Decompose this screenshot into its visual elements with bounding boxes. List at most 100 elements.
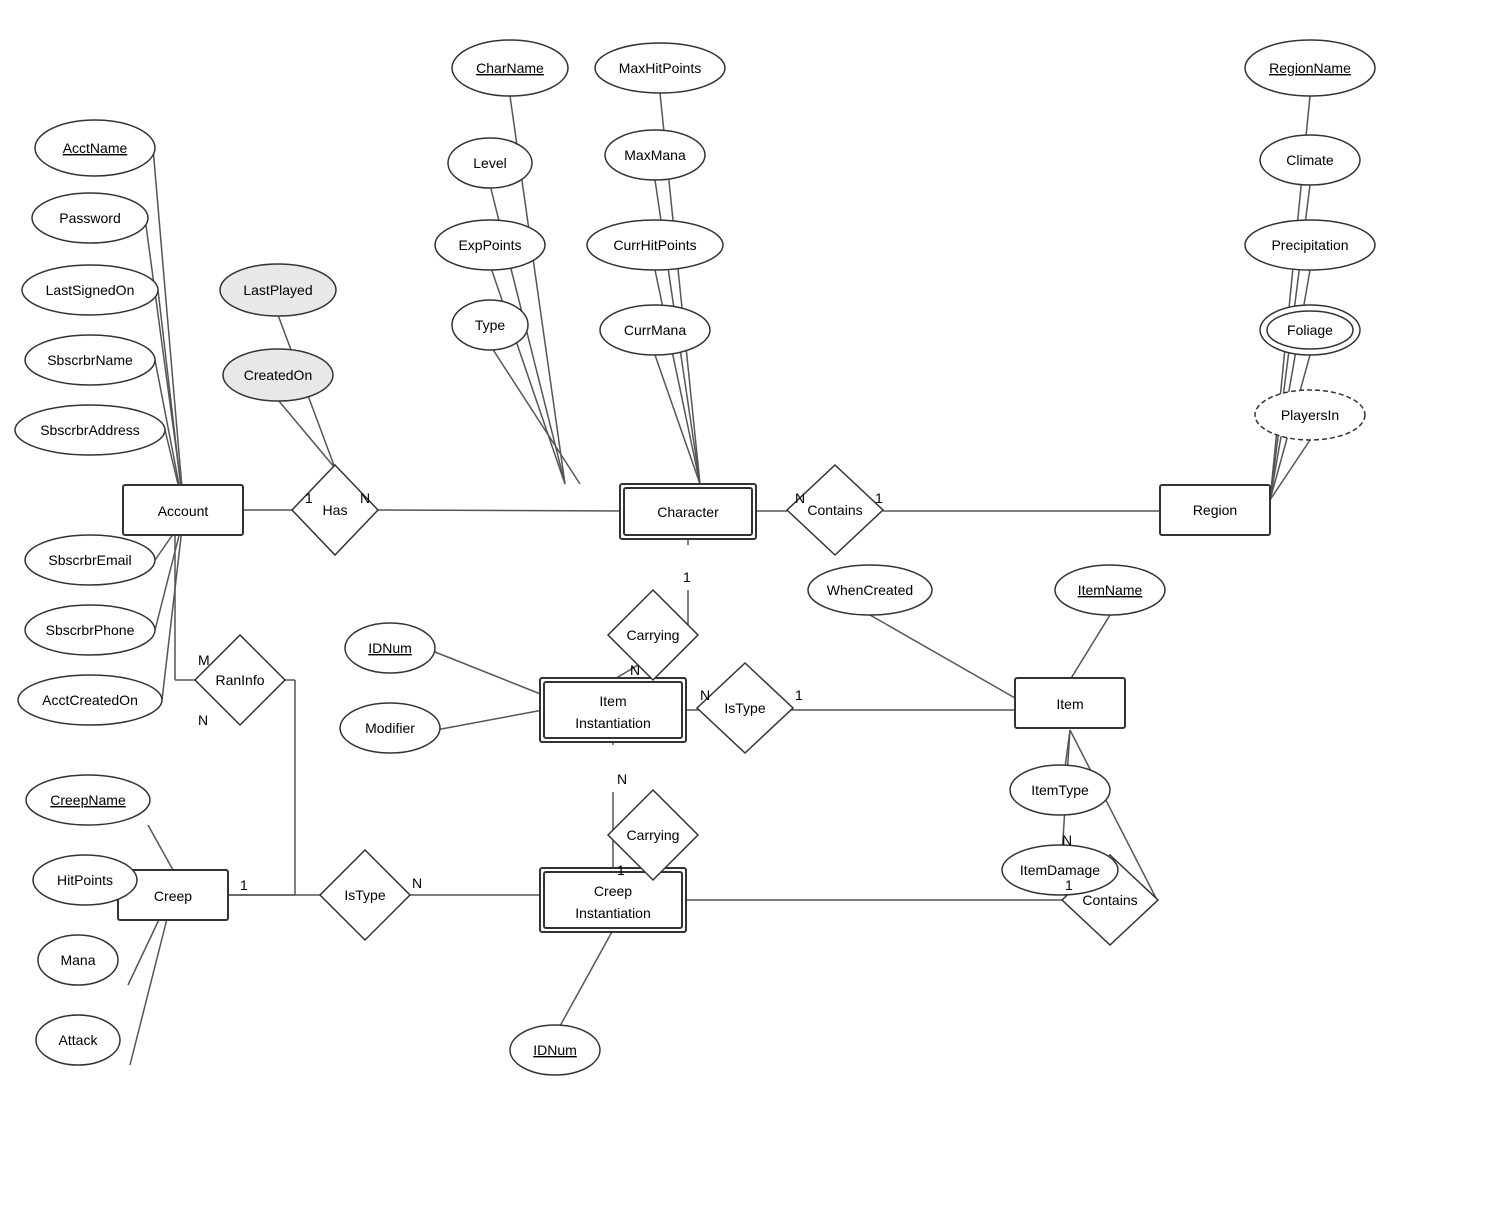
rel-contains-bottom-label: Contains xyxy=(1082,892,1137,908)
attr-exppoints-label: ExpPoints xyxy=(458,237,521,253)
attr-playersin-label: PlayersIn xyxy=(1281,407,1339,423)
card-istype-item-1: 1 xyxy=(795,687,803,703)
rel-istype-item-label: IsType xyxy=(724,700,765,716)
attr-mana-label: Mana xyxy=(60,952,95,968)
card-carrying-bot-1: 1 xyxy=(617,862,625,878)
attr-regionname: RegionName xyxy=(1245,40,1375,96)
rel-carrying-top-label: Carrying xyxy=(627,627,680,643)
attr-acctname-label: AcctName xyxy=(63,140,128,156)
entity-creep-inst-label2: Instantiation xyxy=(575,905,651,921)
attr-idnum-item-inst: IDNum xyxy=(345,623,435,673)
card-contains-bot-1: 1 xyxy=(1065,877,1073,893)
attr-sbscrbrphone: SbscrbrPhone xyxy=(25,605,155,655)
attr-sbscrbrname-label: SbscrbrName xyxy=(47,352,133,368)
attr-currhitpoints-label: CurrHitPoints xyxy=(613,237,696,253)
attr-precipitation-label: Precipitation xyxy=(1271,237,1348,253)
entity-region: Region xyxy=(1160,485,1270,535)
relationship-istype-item: IsType xyxy=(697,663,793,753)
rel-contains-region-label: Contains xyxy=(807,502,862,518)
attr-lastsignedon-label: LastSignedOn xyxy=(46,282,135,298)
relationship-raninfo: RanInfo xyxy=(195,635,285,725)
er-diagram-container: Account Character Region Item Instantiat… xyxy=(0,0,1500,1228)
attr-sbscrbremail-label: SbscrbrEmail xyxy=(48,552,131,568)
card-istype-item-n: N xyxy=(700,687,710,703)
rel-istype-creep-label: IsType xyxy=(344,887,385,903)
attr-itemdamage-label: ItemDamage xyxy=(1020,862,1100,878)
attr-exppoints: ExpPoints xyxy=(435,220,545,270)
relationship-contains-region: Contains xyxy=(787,465,883,555)
card-carrying-bot-n: N xyxy=(617,771,627,787)
relationship-istype-creep: IsType xyxy=(320,850,410,940)
attr-password: Password xyxy=(32,193,148,243)
attr-modifier-label: Modifier xyxy=(365,720,415,736)
attr-mana: Mana xyxy=(38,935,118,985)
attr-maxhitpoints-label: MaxHitPoints xyxy=(619,60,701,76)
attr-idnum-creep-inst: IDNum xyxy=(510,1025,600,1075)
attr-createdon: CreatedOn xyxy=(223,349,333,401)
attr-currhitpoints: CurrHitPoints xyxy=(587,220,723,270)
attr-climate-label: Climate xyxy=(1286,152,1334,168)
attr-hitpoints: HitPoints xyxy=(33,855,137,905)
rel-has-label: Has xyxy=(323,502,348,518)
attr-level: Level xyxy=(448,138,532,188)
entity-item-inst-label1: Item xyxy=(599,693,626,709)
attr-idnum-item-inst-label: IDNum xyxy=(368,640,412,656)
attr-sbscrbr-email: SbscrbrEmail xyxy=(25,535,155,585)
rel-raninfo-label: RanInfo xyxy=(215,672,264,688)
attr-createdon-label: CreatedOn xyxy=(244,367,312,383)
attr-attack-label: Attack xyxy=(59,1032,99,1048)
attr-maxhitpoints: MaxHitPoints xyxy=(595,43,725,93)
attr-modifier: Modifier xyxy=(340,703,440,753)
card-raninfo-m: M xyxy=(198,652,210,668)
attr-acctcreatedon: AcctCreatedOn xyxy=(18,675,162,725)
entity-character: Character xyxy=(620,484,756,539)
attr-currmana-label: CurrMana xyxy=(624,322,686,338)
entity-creep-inst-label1: Creep xyxy=(594,883,632,899)
card-has-1: 1 xyxy=(305,490,313,506)
attr-acctcreatedon-label: AcctCreatedOn xyxy=(42,692,138,708)
attr-currmana: CurrMana xyxy=(600,305,710,355)
entity-creep-label: Creep xyxy=(154,888,192,904)
attr-foliage-label: Foliage xyxy=(1287,322,1333,338)
attr-regionname-label: RegionName xyxy=(1269,60,1351,76)
entity-region-label: Region xyxy=(1193,502,1237,518)
attr-maxmana: MaxMana xyxy=(605,130,705,180)
entity-item-inst-label2: Instantiation xyxy=(575,715,651,731)
entity-item-label: Item xyxy=(1056,696,1083,712)
attr-sbscrbrphone-label: SbscrbrPhone xyxy=(46,622,135,638)
attr-whencreated: WhenCreated xyxy=(808,565,932,615)
attr-lastplayed-label: LastPlayed xyxy=(243,282,312,298)
card-raninfo-n: N xyxy=(198,712,208,728)
attr-whencreated-label: WhenCreated xyxy=(827,582,913,598)
attr-lastplayed: LastPlayed xyxy=(220,264,336,316)
attr-maxmana-label: MaxMana xyxy=(624,147,686,163)
attr-itemname-label: ItemName xyxy=(1078,582,1143,598)
card-istype-creep-1: 1 xyxy=(240,877,248,893)
card-contains-1: 1 xyxy=(875,490,883,506)
attr-sbscrbraddress: SbscrbrAddress xyxy=(15,405,165,455)
attr-itemdamage: ItemDamage xyxy=(1002,845,1118,895)
attr-itemname: ItemName xyxy=(1055,565,1165,615)
rel-carrying-bottom-label: Carrying xyxy=(627,827,680,843)
attr-climate: Climate xyxy=(1260,135,1360,185)
er-diagram-svg: Account Character Region Item Instantiat… xyxy=(0,0,1500,1228)
attr-lastsignedon: LastSignedOn xyxy=(22,265,158,315)
card-contains-n: N xyxy=(795,490,805,506)
entity-creep-instantiation: Creep Instantiation xyxy=(540,868,686,932)
card-contains-bot-n: N xyxy=(1062,832,1072,848)
attr-type: Type xyxy=(452,300,528,350)
entity-character-label: Character xyxy=(657,504,719,520)
relationship-carrying-top: Carrying xyxy=(608,590,698,680)
attr-acctname: AcctName xyxy=(35,120,155,176)
relationship-has: Has xyxy=(292,465,378,555)
card-has-n: N xyxy=(360,490,370,506)
attr-idnum-creep-inst-label: IDNum xyxy=(533,1042,577,1058)
attr-precipitation: Precipitation xyxy=(1245,220,1375,270)
attr-playersin: PlayersIn xyxy=(1255,390,1365,440)
entity-item-instantiation: Item Instantiation xyxy=(540,678,686,742)
attr-sbscrbrname: SbscrbrName xyxy=(25,335,155,385)
card-carrying-top-1: 1 xyxy=(683,569,691,585)
attr-foliage: Foliage xyxy=(1260,305,1360,355)
entity-account-label: Account xyxy=(158,503,209,519)
attr-hitpoints-label: HitPoints xyxy=(57,872,113,888)
